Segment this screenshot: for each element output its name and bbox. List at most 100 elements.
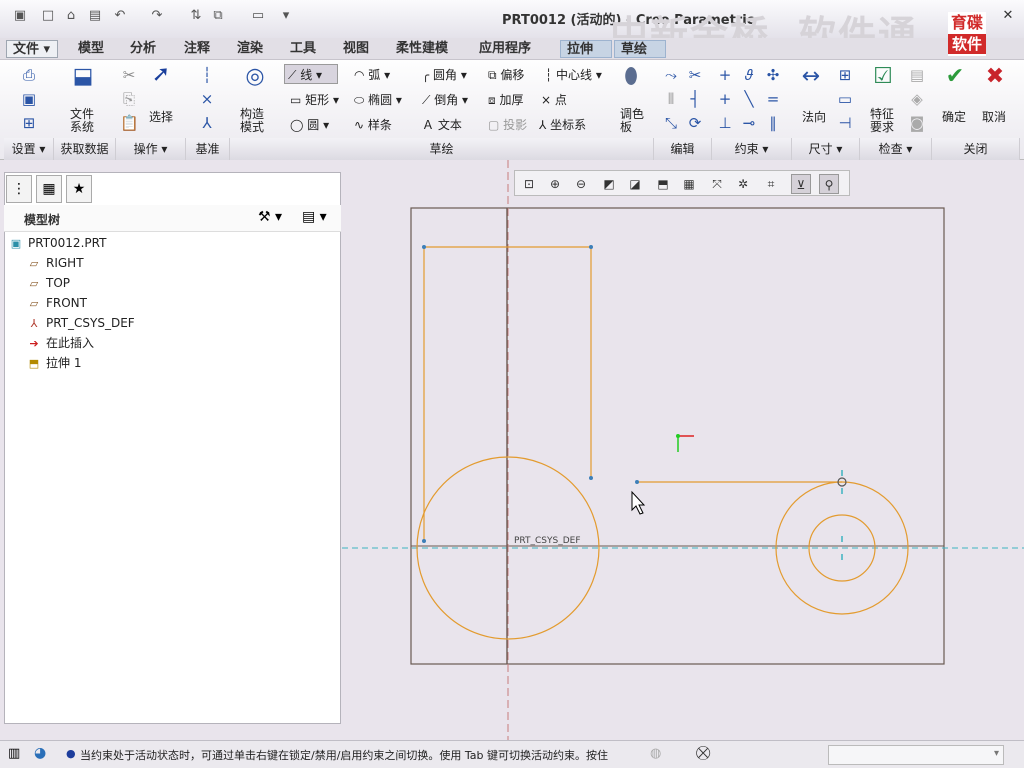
display-style-icon[interactable]: ◪ (625, 174, 645, 194)
save-icon[interactable]: ▤ (87, 8, 103, 24)
menu-view[interactable]: 视图 (337, 40, 375, 58)
circle-button[interactable]: ◯ 圆 ▾ (290, 116, 329, 133)
vertex-point[interactable] (589, 245, 593, 249)
shade-closed-loops-icon[interactable]: ◙ (908, 114, 926, 132)
cancel-button[interactable]: 取消 (982, 108, 1006, 125)
point-button[interactable]: × 点 (541, 91, 567, 108)
zoom-in-icon[interactable]: ⊕ (545, 174, 565, 194)
datum-display-icon[interactable]: ⤧ (707, 174, 727, 194)
vertex-point[interactable] (589, 476, 593, 480)
coordinate-system-button[interactable]: ⅄ 坐标系 (539, 116, 586, 133)
customize-toolbar-icon[interactable]: ▾ (278, 8, 294, 24)
annotation-display-icon[interactable]: ⌗ (761, 174, 781, 194)
menu-flexible-modeling[interactable]: 柔性建模 (390, 40, 454, 58)
baseline-icon[interactable]: ⊣ (836, 114, 854, 132)
toggle-navigator-icon[interactable]: ▥ (8, 746, 20, 761)
group-dimension[interactable]: 尺寸 ▾ (792, 138, 860, 160)
delete-segment-icon[interactable]: ✂ (686, 66, 704, 84)
tree-filters-icon[interactable]: ▤ ▾ (302, 209, 327, 225)
construction-mode-icon[interactable]: ◎ (240, 66, 270, 88)
mirror-icon[interactable]: ⫴ (662, 90, 680, 108)
centerline-button[interactable]: ┆ 中心线 ▾ (545, 66, 602, 83)
menu-analysis[interactable]: 分析 (124, 40, 162, 58)
zoom-out-icon[interactable]: ⊖ (571, 174, 591, 194)
menu-applications[interactable]: 应用程序 (473, 40, 537, 58)
refit-icon[interactable]: ⊡ (519, 174, 539, 194)
centerline-datum-icon[interactable]: ┆ (198, 66, 216, 84)
horizontal-constraint-icon[interactable]: + (716, 90, 734, 108)
close-window-icon[interactable]: ▭ (250, 8, 266, 24)
midpoint-constraint-icon[interactable]: ╲ (740, 90, 758, 108)
cancel-x-icon[interactable]: ✖ (980, 66, 1010, 88)
undo-icon[interactable]: ↶ (112, 8, 128, 24)
spin-center-icon[interactable]: ✲ (733, 174, 753, 194)
graphics-window[interactable]: PRT_CSYS_DEF (342, 160, 1024, 740)
perimeter-icon[interactable]: ⊞ (836, 66, 854, 84)
copy-icon[interactable]: ⎘ (120, 90, 138, 108)
vertex-point[interactable] (422, 245, 426, 249)
sketch-view-icon[interactable]: ⊞ (20, 114, 38, 132)
cut-icon[interactable]: ✂ (120, 66, 138, 84)
tree-item-extrude[interactable]: ⬒ 拉伸 1 (26, 354, 82, 372)
vertical-constraint-icon[interactable]: + (716, 66, 734, 84)
tangent-constraint-icon[interactable]: 𝜗 (740, 66, 758, 84)
menu-tools[interactable]: 工具 (284, 40, 322, 58)
normal-dimension-icon[interactable]: ↔ (796, 66, 826, 88)
regenerate-icon[interactable]: ⇅ (188, 8, 204, 24)
folder-browser-tab-icon[interactable]: ▦ (36, 175, 62, 203)
menu-annotate[interactable]: 注释 (178, 40, 216, 58)
equal-constraint-icon[interactable]: = (764, 90, 782, 108)
divide-icon[interactable]: ⤡ (662, 114, 680, 132)
selection-filter-dropdown[interactable]: ▾ (828, 745, 1004, 765)
saved-orientations-icon[interactable]: ⬒ (653, 174, 673, 194)
tree-settings-icon[interactable]: ⚒ ▾ (258, 209, 282, 225)
tree-item-csys[interactable]: ⅄ PRT_CSYS_DEF (26, 314, 135, 332)
coincident-constraint-icon[interactable]: ⊸ (740, 114, 758, 132)
paste-icon[interactable]: 📋 (120, 114, 139, 132)
vertex-point[interactable] (635, 480, 639, 484)
group-inspect[interactable]: 检查 ▾ (860, 138, 932, 160)
browser-toggle-icon[interactable]: ◕ (34, 745, 46, 761)
normal-dimension-button[interactable]: 法向 (802, 108, 826, 125)
sketcher-display-filter-icon[interactable]: ⊻ (791, 174, 811, 194)
group-operations[interactable]: 操作 ▾ (116, 138, 186, 160)
offset-button[interactable]: ⧉ 偏移 (488, 66, 524, 83)
rotate-resize-icon[interactable]: ⟳ (686, 114, 704, 132)
datum-csys-icon[interactable]: ⅄ (198, 114, 216, 132)
ok-button[interactable]: 确定 (942, 108, 966, 125)
highlight-open-ends-icon[interactable]: ◈ (908, 90, 926, 108)
feature-requirements-button[interactable]: 特征 要求 (870, 108, 894, 134)
menu-model[interactable]: 模型 (72, 40, 110, 58)
tree-item-front[interactable]: ▱ FRONT (26, 294, 87, 312)
rectangle-button[interactable]: ▭ 矩形 ▾ (290, 91, 339, 108)
view-manager-icon[interactable]: ▦ (679, 174, 699, 194)
close-icon[interactable]: ✕ (1000, 8, 1016, 24)
open-icon[interactable]: ⌂ (63, 8, 79, 24)
thicken-button[interactable]: ⧈ 加厚 (488, 91, 523, 108)
reference-dimension-icon[interactable]: ▭ (836, 90, 854, 108)
tab-sketch[interactable]: 草绘 (614, 40, 666, 58)
tree-item-insert-here[interactable]: ➔ 在此插入 (26, 334, 94, 352)
select-button[interactable]: 选择 (149, 108, 173, 125)
file-system-button[interactable]: 文件 系统 (70, 108, 94, 134)
perpendicular-constraint-icon[interactable]: ⊥ (716, 114, 734, 132)
group-setup[interactable]: 设置 ▾ (4, 138, 54, 160)
construction-mode-button[interactable]: 构造 模式 (240, 108, 264, 134)
file-system-icon[interactable]: ⬓ (68, 66, 98, 88)
menu-file[interactable]: 文件 ▾ (6, 40, 58, 58)
group-constraints[interactable]: 约束 ▾ (712, 138, 792, 160)
chamfer-button[interactable]: ⟋ 倒角 ▾ (422, 91, 468, 108)
tree-item-top[interactable]: ▱ TOP (26, 274, 70, 292)
modify-icon[interactable]: ⤳ (662, 66, 680, 84)
find-icon[interactable]: ⛒ (696, 745, 710, 761)
group-get-data[interactable]: 获取数据 (54, 138, 116, 160)
tree-item-part[interactable]: ▣ PRT0012.PRT (8, 234, 107, 252)
select-arrow-icon[interactable]: ➚ (146, 64, 176, 86)
sketch-view-toggle-icon[interactable]: ⚲ (819, 174, 839, 194)
symmetric-constraint-icon[interactable]: ✣ (764, 66, 782, 84)
line-button[interactable]: ⟋ 线 ▾ (288, 66, 322, 83)
redo-icon[interactable]: ↷ (149, 8, 165, 24)
model-tree-tab-icon[interactable]: ⋮ (6, 175, 32, 203)
palette-icon[interactable]: ⬮ (616, 66, 646, 88)
tab-extrude[interactable]: 拉伸 (560, 40, 612, 58)
